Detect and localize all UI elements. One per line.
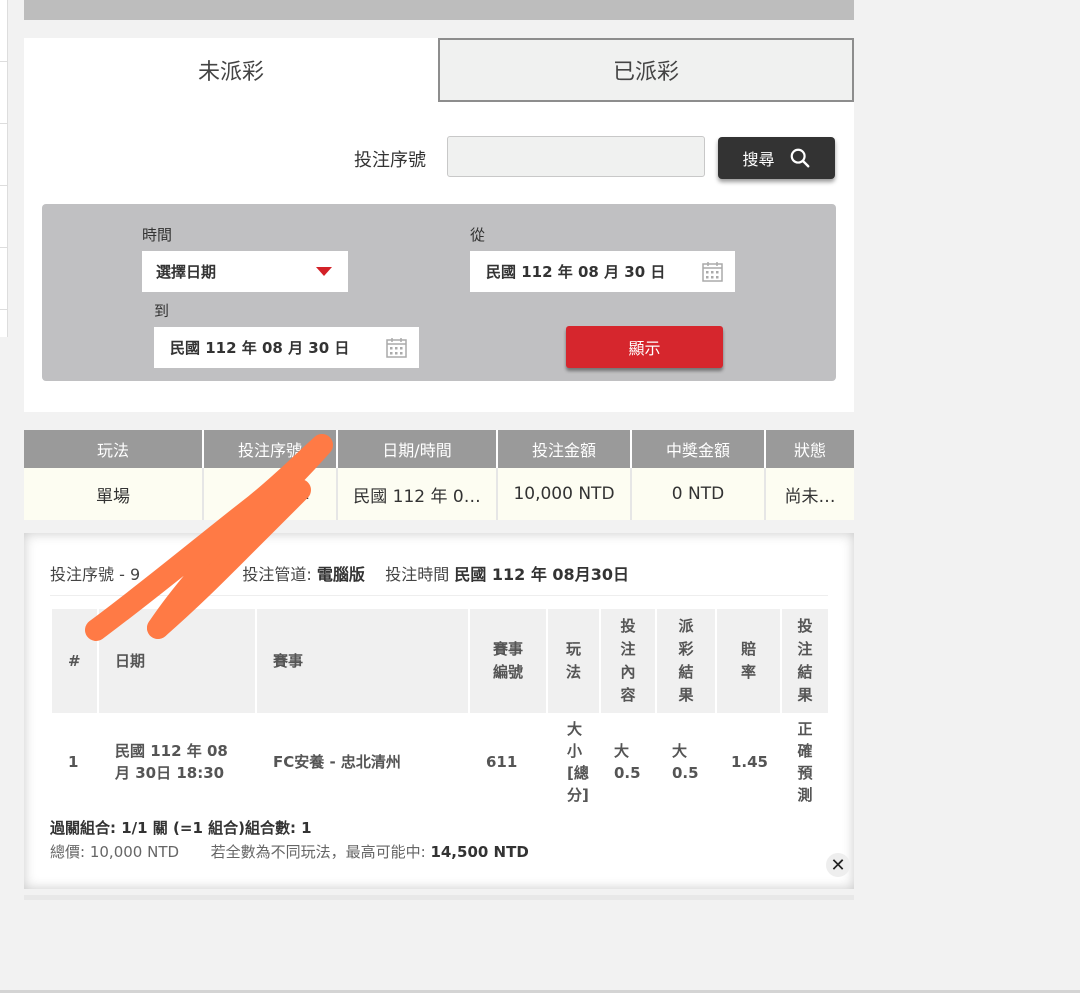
from-date-value: 民國 112 年 08 月 30 日 [486, 263, 666, 281]
parlay-combination-summary: 過關組合: 1/1 關 (=1 組合)組合數: 1 [50, 819, 312, 837]
cell-status: 尚未… [766, 468, 854, 520]
date-filter-box: 時間 選擇日期 從 民國 112 年 08 月 30 日 到 民國 112 年 … [42, 204, 836, 381]
cell-serial: 9…2 [204, 468, 338, 520]
detail-time-value: 民國 112 年 08月30日 [454, 565, 629, 584]
show-button[interactable]: 顯示 [566, 326, 723, 368]
table-row: 1 民國 112 年 08月 30日 18:30 FC安養 - 忠北清州 611… [52, 713, 828, 811]
left-strip-segment [0, 124, 7, 186]
column-header-status: 狀態 [766, 430, 854, 468]
left-strip-segment [0, 186, 7, 248]
column-header-datetime: 日期/時間 [338, 430, 498, 468]
detail-header-odds-text: 賠率 [741, 640, 757, 681]
close-icon[interactable]: ✕ [826, 853, 850, 877]
column-header-serial: 投注序號 [204, 430, 338, 468]
detail-header-odds: 賠率 [717, 609, 782, 713]
date-range-select[interactable]: 選擇日期 [142, 251, 348, 292]
bet-record-panel: 未派彩 已派彩 投注序號 搜尋 時間 選擇日期 從 民國 112 年 08 月 … [24, 38, 854, 412]
left-strip-segment [0, 62, 7, 124]
cell-datetime: 民國 112 年 0… [338, 468, 498, 520]
cell-win-amount: 0 NTD [632, 468, 766, 520]
date-range-select-value: 選擇日期 [156, 263, 217, 281]
detail-header-play: 玩法 [548, 609, 601, 713]
total-label: 總價: [50, 843, 86, 861]
column-header-win-amount: 中獎金額 [632, 430, 766, 468]
detail-header-event-no: 賽事編號 [470, 609, 548, 713]
serial-label: 投注序號 [354, 150, 426, 171]
detail-cell-bet-content-text: 大 0.5 [614, 742, 641, 782]
divider [50, 595, 828, 596]
detail-cell-play: 大小[總分] [548, 713, 601, 811]
calendar-icon [386, 338, 407, 358]
bet-detail-table: # 日期 賽事 賽事編號 玩法 投注內容 派彩結果 賠率 投注結果 1 民國 1… [52, 609, 828, 811]
total-summary: 總價: 10,000 NTD 若全數為不同玩法，最高可能中: 14,500 NT… [50, 841, 529, 862]
to-date-field[interactable]: 民國 112 年 08 月 30 日 [154, 327, 419, 368]
detail-header-payout-result-text: 派彩結果 [678, 617, 694, 704]
bet-detail-info: 投注序號 - 9 投注管道: 電腦版 投注時間 民國 112 年 08月30日 [50, 561, 629, 585]
results-table: 玩法 投注序號 日期/時間 投注金額 中獎金額 狀態 單場 9…2 民國 112… [24, 430, 854, 520]
detail-header-play-text: 玩法 [566, 640, 582, 681]
detail-cell-bet-result-text: 正確預測 [797, 720, 813, 804]
search-button-label: 搜尋 [742, 150, 775, 169]
left-strip-segment [0, 248, 7, 310]
detail-cell-event-no: 611 [486, 753, 518, 771]
detail-header-bet-content: 投注內容 [601, 609, 657, 713]
max-win-value: 14,500 NTD [430, 843, 529, 861]
table-row[interactable]: 單場 9…2 民國 112 年 0… 10,000 NTD 0 NTD 尚未… [24, 468, 854, 520]
detail-cell-payout-result-text: 大 0.5 [672, 742, 699, 782]
column-header-play-type: 玩法 [24, 430, 204, 468]
column-header-bet-amount: 投注金額 [498, 430, 632, 468]
detail-header-date: 日期 [99, 609, 257, 713]
total-value: 10,000 NTD [89, 843, 180, 861]
detail-serial-value: - 9 [119, 565, 141, 584]
serial-input[interactable] [447, 136, 705, 177]
tab-settled[interactable]: 已派彩 [438, 38, 854, 102]
detail-channel-value: 電腦版 [316, 565, 365, 584]
to-label: 到 [154, 302, 170, 320]
caret-down-icon [316, 267, 332, 276]
detail-cell-date: 民國 112 年 08月 30日 18:30 [115, 742, 228, 782]
detail-serial-label: 投注序號 [50, 565, 115, 584]
detail-cell-odds: 1.45 [730, 753, 768, 771]
cell-play-type: 單場 [24, 468, 204, 520]
search-icon [790, 148, 809, 168]
bottom-panel-strip [24, 895, 854, 900]
detail-cell-index: 1 [68, 753, 79, 771]
detail-header-event: 賽事 [257, 609, 470, 713]
bet-detail-panel: 投注序號 - 9 投注管道: 電腦版 投注時間 民國 112 年 08月30日 … [24, 533, 854, 889]
detail-header-bet-result-text: 投注結果 [797, 617, 813, 704]
detail-channel-label: 投注管道: [242, 565, 312, 584]
detail-header-payout-result: 派彩結果 [657, 609, 717, 713]
detail-table-header: # 日期 賽事 賽事編號 玩法 投注內容 派彩結果 賠率 投注結果 [52, 609, 828, 713]
results-table-header: 玩法 投注序號 日期/時間 投注金額 中獎金額 狀態 [24, 430, 854, 468]
from-label: 從 [470, 226, 486, 244]
tab-unsettled[interactable]: 未派彩 [24, 38, 438, 102]
detail-header-index: # [52, 609, 99, 713]
detail-cell-bet-content: 大 0.5 [601, 713, 657, 811]
detail-header-bet-content-text: 投注內容 [620, 617, 636, 704]
left-strip-segment [0, 0, 7, 62]
from-date-field[interactable]: 民國 112 年 08 月 30 日 [470, 251, 735, 292]
top-header-bar [24, 0, 854, 20]
detail-cell-payout-result: 大 0.5 [657, 713, 717, 811]
detail-cell-event: FC安養 - 忠北清州 [273, 753, 401, 771]
detail-header-bet-result: 投注結果 [782, 609, 828, 713]
detail-time-label: 投注時間 [385, 565, 450, 584]
detail-cell-play-text: 大小[總分] [567, 720, 589, 804]
cell-bet-amount: 10,000 NTD [498, 468, 632, 520]
detail-header-event-no-text: 賽事編號 [493, 640, 524, 681]
calendar-icon [702, 262, 723, 282]
left-sidebar-strip [0, 0, 8, 337]
time-label: 時間 [142, 226, 173, 244]
detail-cell-bet-result: 正確預測 [782, 713, 828, 811]
search-button[interactable]: 搜尋 [718, 137, 835, 179]
to-date-value: 民國 112 年 08 月 30 日 [170, 339, 350, 357]
max-win-label: 若全數為不同玩法，最高可能中: [210, 843, 426, 861]
